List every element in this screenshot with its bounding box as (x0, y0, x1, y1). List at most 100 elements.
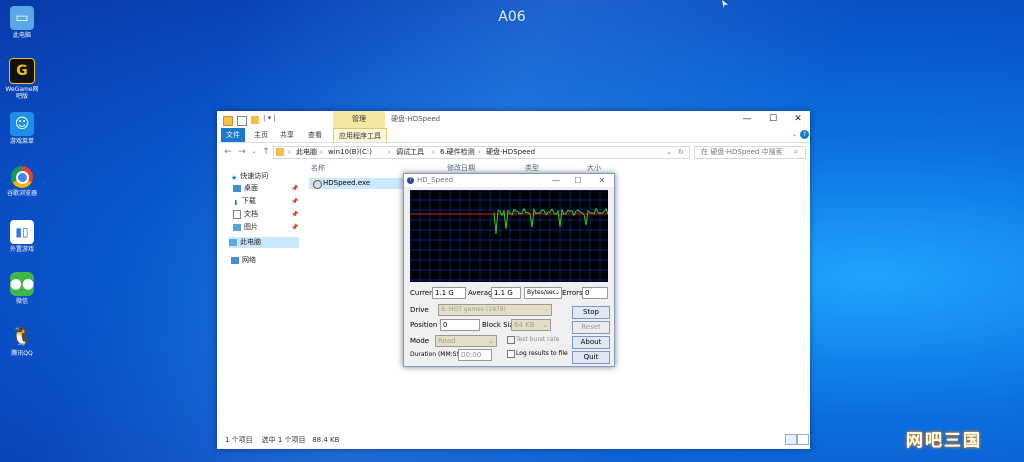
recent-dropdown-icon[interactable]: ⌄ (249, 145, 259, 159)
ribbon-expand-icon[interactable]: ⌄ (790, 130, 799, 139)
crumb-sep-icon[interactable]: › (320, 147, 323, 158)
tab-file[interactable]: 文件 (221, 128, 245, 142)
column-size[interactable]: 大小 (587, 163, 601, 173)
burst-rate-checkbox[interactable] (507, 336, 515, 344)
position-field[interactable]: 0 (440, 319, 480, 331)
log-results-checkbox[interactable] (507, 350, 515, 358)
desktop-icon-wegame[interactable]: G WeGame网吧版 (4, 58, 40, 100)
address-bar[interactable]: › 此电脑 › win10(B)(C:) › 调试工具 › 6.硬件检测 › 硬… (273, 146, 690, 159)
crumb-sep-icon[interactable]: › (288, 147, 291, 158)
nav-pictures[interactable]: 图片 (233, 222, 258, 233)
crumb-debug-tools[interactable]: 调试工具 (396, 147, 424, 158)
crumb-sep-icon[interactable]: › (478, 147, 481, 158)
chevron-down-icon: ⌄ (543, 306, 549, 313)
crumb-current[interactable]: 硬盘-HDSpeed (486, 147, 535, 158)
hdspeed-title: HD_Speed (417, 176, 454, 184)
pin-icon[interactable]: 📌 (291, 198, 298, 205)
document-icon (233, 209, 241, 219)
tab-home[interactable]: 主页 (251, 128, 271, 142)
tab-app-tools[interactable]: 应用程序工具 (333, 128, 387, 142)
session-title: A06 (498, 9, 526, 25)
mode-select[interactable]: Read ⌄ (435, 335, 497, 347)
status-selected: 选中 1 个项目 (261, 436, 306, 444)
column-date[interactable]: 修改日期 (447, 163, 475, 173)
reset-button[interactable]: Reset (572, 321, 610, 334)
hdspeed-maximize-button[interactable]: ☐ (568, 174, 588, 187)
desktop-icon-chrome[interactable]: 谷歌浏览器 (4, 166, 40, 197)
tab-view[interactable]: 查看 (305, 128, 325, 142)
crumb-hardware[interactable]: 6.硬件检测 (440, 147, 475, 158)
column-type[interactable]: 类型 (525, 163, 539, 173)
wechat-icon: ●● (10, 272, 34, 296)
drive-select[interactable]: B: HOT games (1978) ⌄ (438, 304, 552, 316)
minimize-button[interactable]: — (735, 111, 759, 128)
hdspeed-close-button[interactable]: ✕ (592, 174, 612, 187)
properties-icon[interactable] (237, 116, 247, 126)
ribbon-context-manage[interactable]: 管理 (333, 111, 385, 128)
refresh-icon[interactable]: ↻ (678, 147, 684, 158)
back-arrow-icon[interactable]: ← (223, 145, 233, 159)
address-row: ← → ⌄ ↑ › 此电脑 › win10(B)(C:) › 调试工具 › 6.… (217, 145, 810, 159)
crumb-sep-icon[interactable]: › (432, 147, 435, 158)
status-bar: 1 个项目 选中 1 个项目 88.4 KB (225, 435, 339, 445)
desktop-icon-this-pc[interactable]: ▭ 此电脑 (4, 6, 40, 39)
block-size-select[interactable]: 64 KB ⌄ (511, 319, 551, 331)
desktop-icon-qq[interactable]: 🐧 腾讯QQ (4, 324, 40, 357)
tab-share[interactable]: 共享 (277, 128, 297, 142)
burst-rate-label: Test burst rate (516, 336, 560, 343)
navigation-pane: ★ 快速访问 桌面 📌 ⬇ 下载 📌 文档 📌 图片 📌 此电脑 网络 (217, 161, 307, 429)
pin-icon[interactable]: 📌 (291, 224, 298, 231)
nav-this-pc[interactable]: 此电脑 (229, 237, 299, 248)
crumb-sep-icon[interactable]: › (388, 147, 391, 158)
help-icon[interactable]: ? (800, 130, 809, 139)
quit-button[interactable]: Quit (572, 351, 610, 364)
maximize-button[interactable]: ☐ (761, 111, 785, 128)
computer-icon: ▭ (10, 6, 34, 30)
stop-button[interactable]: Stop (572, 306, 610, 319)
address-dropdown-icon[interactable]: ⌄ (666, 147, 672, 158)
desktop-icon-external-games[interactable]: ▮▯ 外置游戏 (4, 220, 40, 253)
desktop-icon-label: 外置游戏 (9, 246, 34, 253)
up-arrow-icon[interactable]: ↑ (261, 145, 271, 159)
hdspeed-app-icon: ? (407, 177, 414, 184)
column-name[interactable]: 名称 (311, 163, 325, 173)
about-button[interactable]: About (572, 336, 610, 349)
search-input[interactable]: 在 硬盘-HDSpeed 中搜索 (694, 146, 806, 159)
nav-quick-access[interactable]: ★ 快速访问 (231, 171, 268, 182)
crumb-drive[interactable]: win10(B)(C:) (328, 147, 372, 158)
large-icons-view-button[interactable] (797, 434, 809, 445)
nav-downloads[interactable]: ⬇ 下载 (233, 196, 256, 207)
desktop-icon-label: WeGame网吧版 (5, 86, 39, 100)
hdspeed-title-bar[interactable]: ? HD_Speed — ☐ ✕ (404, 174, 614, 187)
desktop-icon-label: 腾讯QQ (11, 350, 33, 357)
desktop-icon-wechat[interactable]: ●● 微信 (4, 272, 40, 305)
nav-network[interactable]: 网络 (231, 255, 256, 266)
nav-desktop[interactable]: 桌面 (233, 183, 258, 194)
desktop-icon (233, 184, 241, 192)
desktop-icon-game-menu[interactable]: ☺ 游戏菜单 (4, 112, 40, 145)
desktop-icon-label: 谷歌浏览器 (6, 190, 37, 197)
close-button[interactable]: ✕ (786, 111, 810, 128)
external-games-icon: ▮▯ (10, 220, 34, 244)
speed-graph-svg (410, 190, 608, 282)
chevron-down-icon: ⌄ (488, 337, 494, 345)
hdspeed-minimize-button[interactable]: — (546, 174, 566, 187)
network-icon (231, 256, 239, 264)
new-folder-icon[interactable] (251, 116, 259, 124)
hdspeed-dialog[interactable]: ? HD_Speed — ☐ ✕ Current 1.1 G Average 1… (403, 173, 615, 367)
search-icon[interactable]: ⌕ (791, 145, 801, 159)
nav-documents[interactable]: 文档 (233, 209, 258, 220)
crumb-this-pc[interactable]: 此电脑 (296, 147, 317, 158)
drive-label: Drive (410, 306, 429, 314)
pin-icon[interactable]: 📌 (291, 185, 298, 192)
average-field: 1.1 G (491, 287, 521, 299)
computer-icon (229, 238, 237, 246)
window-title: 硬盘-HDSpeed (391, 115, 441, 123)
explorer-title-bar[interactable]: | ▾ | 管理 硬盘-HDSpeed — ☐ ✕ (217, 111, 810, 128)
quick-access-dropdown-icon[interactable]: | ▾ | (263, 114, 276, 122)
forward-arrow-icon[interactable]: → (237, 145, 247, 159)
pin-icon[interactable]: 📌 (291, 211, 298, 218)
unit-select[interactable]: Bytes/sec ⌄ (524, 287, 562, 299)
details-view-button[interactable] (785, 434, 797, 445)
star-icon: ★ (231, 173, 238, 182)
